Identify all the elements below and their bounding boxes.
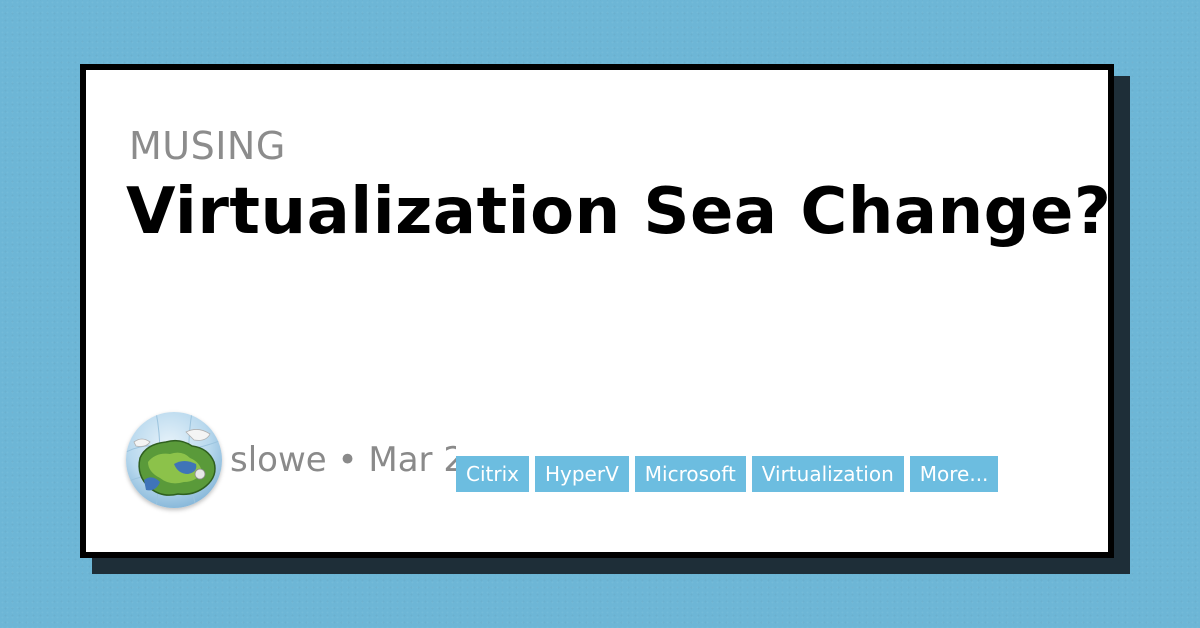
post-meta: slowe • Mar 2 xyxy=(126,412,456,508)
post-title[interactable]: Virtualization Sea Change? xyxy=(126,174,1112,251)
post-date: Mar 2 xyxy=(368,443,456,477)
byline-separator: • xyxy=(337,443,358,477)
tag-microsoft[interactable]: Microsoft xyxy=(634,456,746,492)
tag-virtualization[interactable]: Virtualization xyxy=(751,456,904,492)
byline: slowe • Mar 2 xyxy=(230,443,456,477)
post-category: MUSING xyxy=(129,124,286,168)
globe-avatar-icon[interactable] xyxy=(126,412,222,508)
tag-hyperv[interactable]: HyperV xyxy=(534,456,629,492)
tag-list: Citrix HyperV Microsoft Virtualization M… xyxy=(456,456,1004,492)
tag-more[interactable]: More... xyxy=(909,456,999,492)
author-name[interactable]: slowe xyxy=(230,443,327,477)
tag-citrix[interactable]: Citrix xyxy=(456,456,529,492)
post-card[interactable]: MUSING Virtualization Sea Change? slowe … xyxy=(80,64,1114,558)
